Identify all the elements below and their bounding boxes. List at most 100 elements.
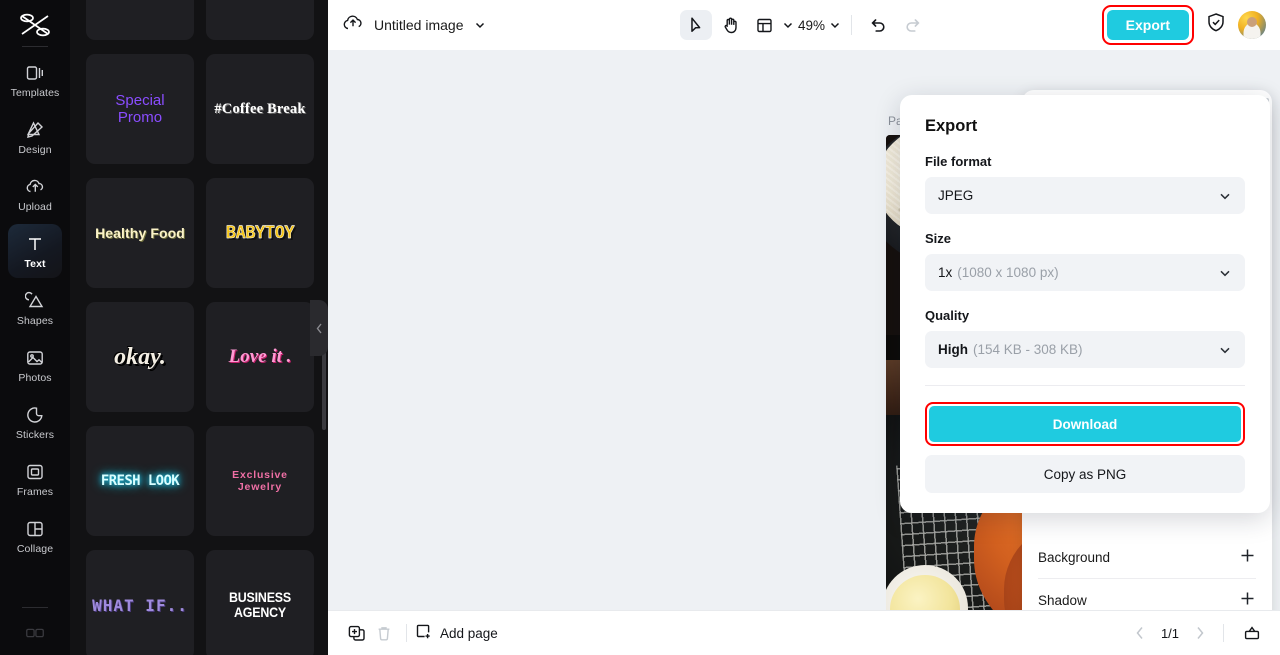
template-card[interactable]: BUSINESS AGENCY	[206, 550, 314, 655]
prev-page-button[interactable]	[1131, 626, 1149, 640]
template-card-label: WHAT IF..	[92, 595, 188, 615]
template-card[interactable]: Exclusive Jewelry	[206, 426, 314, 536]
chevron-down-icon	[1218, 343, 1232, 357]
template-card[interactable]: Healthy Food	[86, 178, 194, 288]
bottom-divider-right	[1223, 624, 1224, 642]
properties-content: Background Shadow DB493B	[1022, 536, 1272, 610]
toolbar-divider	[851, 15, 853, 35]
avatar[interactable]	[1238, 11, 1266, 39]
stickers-icon	[24, 404, 46, 426]
size-select[interactable]: 1x (1080 x 1080 px)	[925, 254, 1245, 291]
sidebar-item-apps[interactable]	[8, 620, 62, 646]
sidebar-item-photos[interactable]: Photos	[8, 338, 62, 392]
rail-bottom-section	[0, 607, 70, 649]
plus-icon	[1241, 549, 1254, 561]
sidebar-item-shapes[interactable]: Shapes	[8, 281, 62, 335]
layout-panel-icon	[756, 18, 772, 32]
sidebar-item-text[interactable]: Text	[8, 224, 62, 278]
app-root: Templates Design Upload Text Shapes Phot…	[0, 0, 1280, 655]
duplicate-page-icon	[348, 625, 365, 641]
redo-arrow-icon	[905, 19, 920, 32]
delete-page-button[interactable]	[370, 619, 398, 647]
undo-arrow-icon	[870, 19, 885, 32]
sidebar-item-collage[interactable]: Collage	[8, 509, 62, 563]
next-page-button[interactable]	[1191, 626, 1209, 640]
toolbar-right-group: Export	[1101, 5, 1266, 45]
collapse-panel-handle[interactable]	[310, 300, 328, 356]
sidebar-item-templates[interactable]: Templates	[8, 53, 62, 107]
background-label: Background	[1038, 549, 1111, 565]
chevron-left-icon	[1136, 627, 1143, 639]
add-shadow-button[interactable]	[1239, 590, 1256, 611]
sidebar-item-frames[interactable]: Frames	[8, 452, 62, 506]
cloud-saved-icon[interactable]	[342, 14, 364, 37]
present-icon	[1244, 626, 1260, 640]
shadow-row[interactable]: Shadow	[1038, 579, 1256, 610]
hand-icon	[723, 17, 737, 34]
quality-detail: (154 KB - 308 KB)	[973, 342, 1083, 357]
background-row[interactable]: Background	[1038, 536, 1256, 578]
template-card[interactable]: #Coffee Break	[206, 54, 314, 164]
toolbar-left-group: Untitled image	[342, 14, 486, 37]
template-card-label: FRESH LOOK	[100, 473, 180, 489]
file-format-label: File format	[925, 154, 992, 169]
rail-divider-bottom	[22, 607, 48, 608]
sidebar-item-label: Design	[18, 143, 52, 156]
template-card[interactable]: Love it .	[206, 302, 314, 412]
layout-tool[interactable]	[748, 10, 780, 40]
sidebar-item-label: Shapes	[16, 314, 54, 327]
size-label: Size	[925, 231, 952, 246]
capcut-logo-icon[interactable]	[15, 8, 55, 42]
export-dropdown-panel: Export File format JPEG Size 1x (1080 x …	[900, 95, 1270, 513]
template-card-label: BABYTOY	[225, 223, 295, 243]
sidebar-item-label: Photos	[18, 371, 52, 384]
upload-cloud-icon	[24, 176, 46, 198]
template-card-label: BUSINESS AGENCY	[228, 590, 292, 620]
select-tool[interactable]	[679, 10, 712, 40]
sidebar-item-label: Templates	[10, 86, 60, 99]
sidebar-item-stickers[interactable]: Stickers	[8, 395, 62, 449]
template-card[interactable]: WHAT IF..	[86, 550, 194, 655]
export-button[interactable]: Export	[1106, 10, 1189, 40]
redo-button[interactable]	[896, 10, 928, 40]
template-card[interactable]: Special Promo	[86, 54, 194, 164]
file-format-select[interactable]: JPEG	[925, 177, 1245, 214]
download-button[interactable]: Download	[929, 406, 1241, 442]
add-background-button[interactable]	[1239, 547, 1256, 568]
template-card-label: Exclusive Jewelry	[232, 469, 288, 493]
sidebar-item-design[interactable]: Design	[8, 110, 62, 164]
photos-icon	[24, 347, 46, 369]
sidebar-item-upload[interactable]: Upload	[8, 167, 62, 221]
layout-chevron-down-icon[interactable]	[782, 19, 794, 31]
undo-button[interactable]	[862, 10, 894, 40]
text-t-icon	[24, 233, 46, 255]
canvas-area[interactable]: Page 1	[328, 50, 1280, 610]
templates-grid: Special Promo #Coffee Break Healthy Food…	[70, 0, 328, 655]
template-card-label: #Coffee Break	[214, 100, 306, 117]
top-toolbar: Untitled image 49% Export	[328, 0, 1280, 50]
quality-select[interactable]: High (154 KB - 308 KB)	[925, 331, 1245, 368]
add-page-button[interactable]: Add page	[415, 623, 498, 643]
zoom-level[interactable]: 49%	[796, 18, 827, 33]
hand-tool[interactable]	[714, 10, 746, 40]
copy-as-png-button[interactable]: Copy as PNG	[925, 455, 1245, 493]
template-card[interactable]: FRESH LOOK	[86, 426, 194, 536]
template-card[interactable]: BABYTOY	[206, 178, 314, 288]
chevron-down-icon[interactable]	[474, 19, 486, 31]
document-title[interactable]: Untitled image	[374, 17, 464, 33]
quality-label: Quality	[925, 308, 970, 323]
zoom-chevron-down-icon[interactable]	[829, 19, 841, 31]
present-button[interactable]	[1238, 619, 1266, 647]
template-card[interactable]	[86, 0, 194, 40]
frames-icon	[24, 461, 46, 483]
shield-check-icon[interactable]	[1206, 12, 1226, 38]
template-card-label: okay.	[114, 343, 166, 370]
sidebar-item-label: Frames	[16, 485, 54, 498]
duplicate-page-button[interactable]	[342, 619, 370, 647]
page-indicator: 1/1	[1160, 625, 1180, 641]
template-card[interactable]	[206, 0, 314, 40]
design-icon	[24, 119, 46, 141]
bottom-toolbar: Add page 1/1	[328, 610, 1280, 655]
template-card[interactable]: okay.	[86, 302, 194, 412]
editor-area: Untitled image 49% Export Background Sha…	[328, 0, 1280, 655]
